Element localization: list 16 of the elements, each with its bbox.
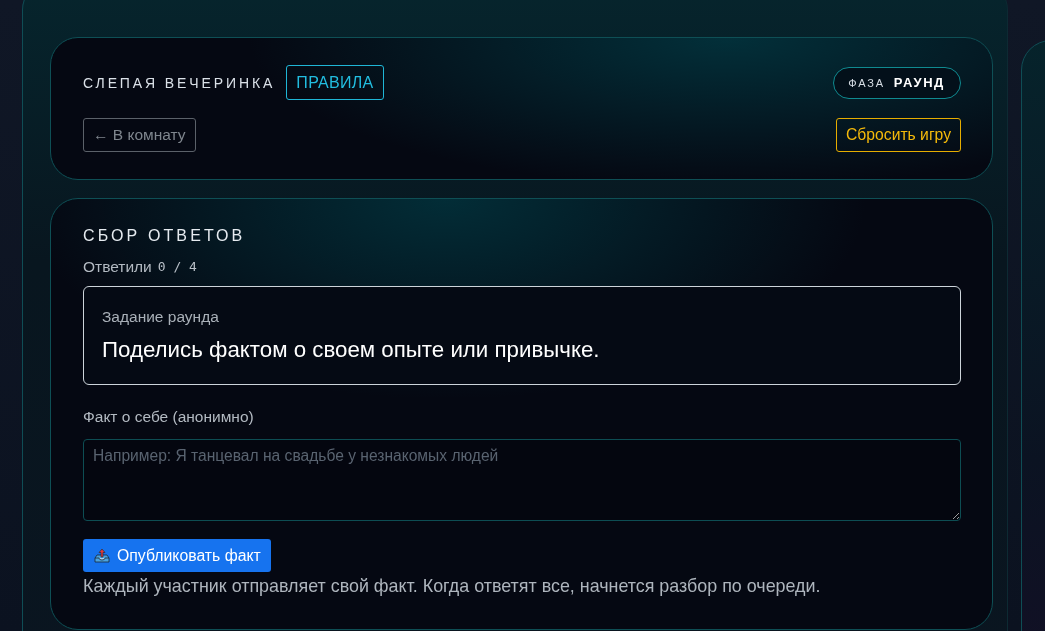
answered-count: 0 / 4 xyxy=(157,258,197,276)
fact-label: Факт о себе (анонимно) xyxy=(83,407,255,426)
task-text: Поделись фактом о своем опыте или привычке. xyxy=(102,336,601,364)
outbox-tray-icon xyxy=(94,547,110,564)
hint-text: Каждый участник отправляет свой факт. Когда ответят все, начнется разбор по очереди. xyxy=(83,575,822,598)
task-label: Задание раунда xyxy=(102,307,220,326)
rules-button[interactable]: ПРАВИЛА xyxy=(286,65,384,100)
reset-button[interactable]: Сбросить игру xyxy=(836,118,961,152)
section-title: СБОР ОТВЕТОВ xyxy=(83,226,247,246)
game-title: СЛЕПАЯ ВЕЧЕРИНКА xyxy=(83,74,276,91)
phase-label: ФАЗА xyxy=(848,76,885,89)
fact-field[interactable]: Например: Я танцевал на свадьбе у незнакомых людей xyxy=(83,439,961,521)
phase-value: РАУНД xyxy=(893,75,945,90)
publish-button[interactable]: Опубликовать факт xyxy=(83,539,271,572)
answered-label: Ответили xyxy=(83,257,152,276)
back-button[interactable]: ← В комнату xyxy=(83,118,196,152)
